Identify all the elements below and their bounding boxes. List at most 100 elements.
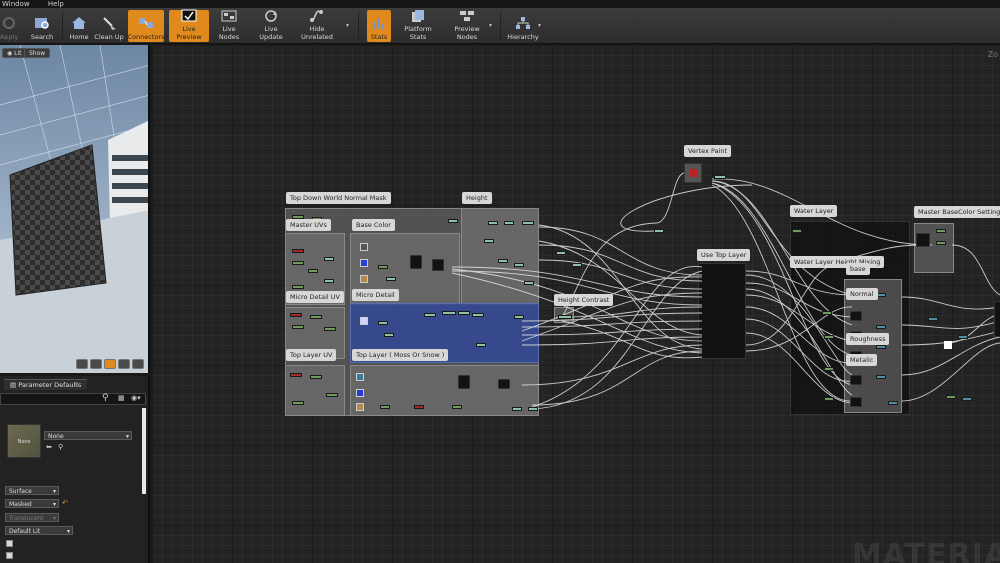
graph-node[interactable] <box>936 241 946 245</box>
comment-label-base-color[interactable]: Base Color <box>352 219 395 231</box>
texture-node[interactable] <box>360 259 368 267</box>
preview-cylinder-icon[interactable] <box>90 359 102 369</box>
comment-label-top-layer[interactable]: Top Layer ( Moss Or Snow ) <box>352 349 449 361</box>
graph-node[interactable] <box>824 397 834 401</box>
graph-node[interactable] <box>292 401 304 405</box>
comment-label-master-uvs[interactable]: Master UVs <box>286 219 331 231</box>
graph-node[interactable] <box>850 311 862 321</box>
graph-node[interactable] <box>714 175 726 179</box>
preview-cube-icon[interactable] <box>118 359 130 369</box>
comment-label-normal[interactable]: Normal <box>846 288 878 300</box>
texture-node[interactable] <box>356 373 364 381</box>
graph-node[interactable] <box>504 221 514 225</box>
graph-node[interactable] <box>458 311 470 315</box>
comment-label-use-top-layer[interactable]: Use Top Layer <box>697 249 751 261</box>
comment-label-vertex-paint[interactable]: Vertex Paint <box>684 145 732 157</box>
graph-node[interactable] <box>308 269 318 273</box>
blend-mode-dropdown[interactable]: Masked <box>5 499 59 509</box>
view-options-icon[interactable]: ▦ <box>118 394 125 402</box>
search-button[interactable]: Search <box>28 10 56 42</box>
graph-node[interactable] <box>850 375 862 385</box>
comment-label-height[interactable]: Height <box>462 192 492 204</box>
comment-label-top-down[interactable]: Top Down World Normal Mask <box>286 192 391 204</box>
tab-close-icon[interactable]: × <box>74 381 79 388</box>
graph-node[interactable] <box>292 249 304 253</box>
graph-node[interactable] <box>378 265 388 269</box>
graph-node[interactable] <box>824 367 834 371</box>
graph-node[interactable] <box>928 317 938 321</box>
graph-node[interactable] <box>498 379 510 389</box>
graph-node[interactable] <box>476 343 486 347</box>
graph-node[interactable] <box>448 219 458 223</box>
checkbox-option-1[interactable] <box>6 540 13 547</box>
use-selected-arrow-icon[interactable]: ⬅ <box>46 443 52 451</box>
shading-model-dropdown[interactable]: Default Lit <box>5 526 73 536</box>
graph-node[interactable] <box>962 397 972 401</box>
graph-node[interactable] <box>292 325 304 329</box>
comment-label-top-layer-uv[interactable]: Top Layer UV <box>286 349 337 361</box>
graph-node[interactable] <box>792 229 802 233</box>
comment-label-micro-detail[interactable]: Micro Detail <box>352 289 399 301</box>
graph-node[interactable] <box>410 255 422 269</box>
comment-label-base[interactable]: base <box>846 263 870 275</box>
texture-picker-dropdown[interactable]: None <box>44 431 132 441</box>
graph-node[interactable] <box>888 401 898 405</box>
reset-arrow-icon[interactable]: ↶ <box>62 499 68 507</box>
comment-label-roughness[interactable]: Roughness <box>846 333 890 345</box>
graph-node[interactable] <box>324 327 336 331</box>
graph-node[interactable] <box>822 311 832 315</box>
graph-node[interactable] <box>310 315 322 319</box>
texture-node[interactable] <box>360 275 368 283</box>
lit-button[interactable]: ◉ Lit <box>2 48 27 58</box>
graph-node[interactable] <box>876 345 886 349</box>
preview-plane-icon[interactable] <box>104 359 116 369</box>
show-button[interactable]: Show <box>24 48 51 58</box>
graph-node[interactable] <box>514 315 524 319</box>
graph-node[interactable] <box>654 229 664 233</box>
white-constant-node[interactable] <box>944 341 952 349</box>
graph-node[interactable] <box>946 395 956 399</box>
graph-node[interactable] <box>936 229 946 233</box>
graph-node[interactable] <box>292 261 304 265</box>
translucent-dropdown[interactable]: Translucent <box>5 513 59 523</box>
graph-node[interactable] <box>876 375 886 379</box>
hierarchy-button[interactable]: Hierarchy <box>506 10 540 42</box>
preview-viewport[interactable]: ◉ Lit Show <box>0 45 150 373</box>
comment-label-master-basecolor[interactable]: Master BaseColor Settings <box>914 206 1000 218</box>
preview-mesh-icon[interactable] <box>132 359 144 369</box>
graph-node[interactable] <box>528 407 538 411</box>
material-output-node[interactable] <box>994 301 1000 337</box>
graph-node[interactable] <box>414 405 424 409</box>
graph-node[interactable] <box>522 221 534 225</box>
graph-node[interactable] <box>488 221 498 225</box>
graph-node[interactable] <box>512 407 522 411</box>
graph-node[interactable] <box>424 313 436 317</box>
graph-node[interactable] <box>378 321 388 325</box>
comment-label-height-contrast[interactable]: Height Contrast <box>554 294 614 306</box>
graph-node[interactable] <box>458 375 470 389</box>
graph-node[interactable] <box>484 239 494 243</box>
graph-node[interactable] <box>524 281 534 285</box>
graph-node[interactable] <box>558 315 572 319</box>
hide-unrelated-button[interactable]: Hide Unrelated <box>294 10 340 42</box>
graph-node[interactable] <box>452 405 462 409</box>
texture-node[interactable] <box>356 403 364 411</box>
graph-node[interactable] <box>292 285 304 289</box>
live-nodes-button[interactable]: Live Nodes <box>212 10 246 42</box>
comment-label-water-height-mixing[interactable]: Water Layer Height Mixing <box>790 256 885 268</box>
graph-node[interactable] <box>386 277 396 281</box>
platform-stats-button[interactable]: Platform Stats <box>396 10 440 42</box>
texture-node[interactable] <box>356 389 364 397</box>
eye-icon[interactable]: ◉▾ <box>131 394 141 402</box>
texture-node[interactable] <box>360 243 368 251</box>
graph-node[interactable] <box>958 335 968 339</box>
comment-label-micro-detail-uv[interactable]: Micro Detail UV <box>286 291 344 303</box>
preview-sphere-icon[interactable] <box>76 359 88 369</box>
home-button[interactable]: Home <box>66 10 92 42</box>
material-domain-dropdown[interactable]: Surface <box>5 486 59 496</box>
graph-node[interactable] <box>290 373 302 377</box>
graph-node[interactable] <box>514 263 524 267</box>
graph-node[interactable] <box>324 279 334 283</box>
apply-button[interactable]: Apply <box>0 10 20 42</box>
comment-label-water-layer[interactable]: Water Layer <box>790 205 838 217</box>
